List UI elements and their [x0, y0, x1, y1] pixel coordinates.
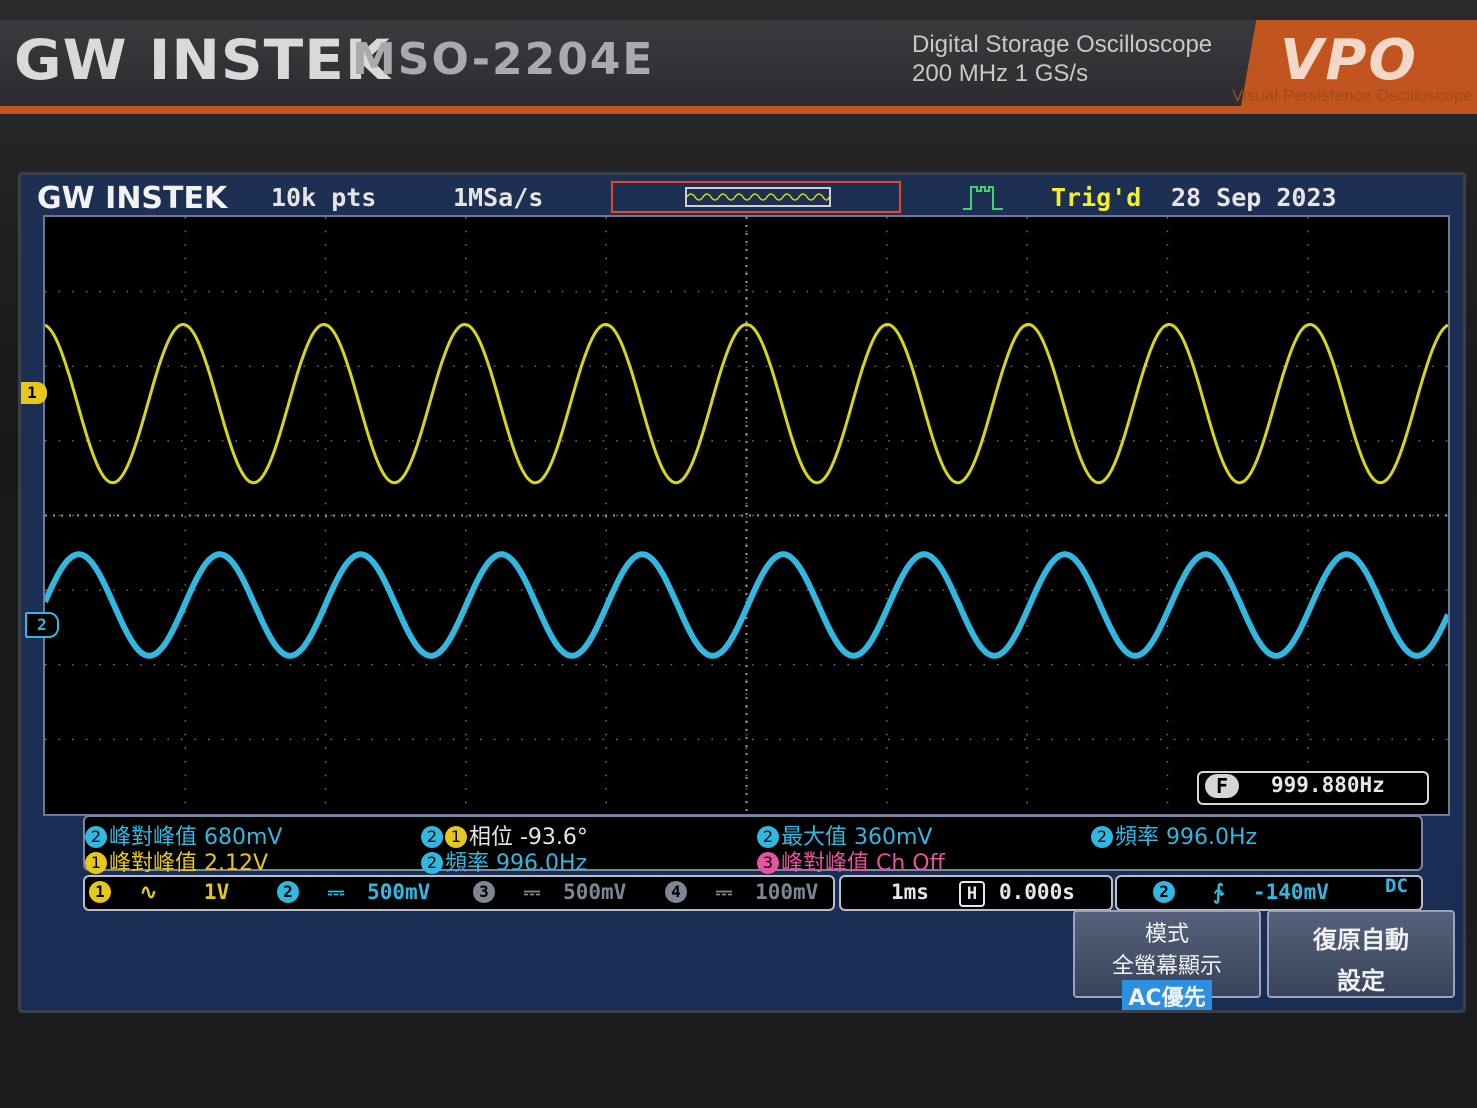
instrument-description: Digital Storage Oscilloscope 200 MHz 1 G… [912, 30, 1212, 88]
mode-softkey[interactable]: 模式 全螢幕顯示 AC優先 [1073, 910, 1261, 1010]
ch4-badge-icon: 4 [665, 881, 687, 903]
description-line-2: 200 MHz 1 GS/s [912, 60, 1089, 87]
ch2-badge-icon: 2 [1153, 881, 1175, 903]
brand-logo: GW INSTEK [14, 27, 391, 93]
autoset-undo-softkey[interactable]: 復原自動 設定 [1267, 910, 1455, 998]
ch3-status[interactable]: 3 ⎓ 500mV [473, 880, 626, 905]
ch3-badge-icon: 3 [757, 852, 779, 874]
waveform-plot [42, 217, 1451, 814]
ch2-badge-icon: 2 [1091, 826, 1113, 848]
ch1-badge-icon: 1 [85, 852, 107, 874]
trigger-status-bar[interactable]: 2 ∱ -140mV DC [1115, 875, 1423, 911]
vpo-subtitle: Visual Persistence Oscilloscope [1232, 86, 1473, 105]
vpo-logo: VPO [1280, 28, 1418, 93]
frequency-counter-icon: F [1205, 774, 1239, 798]
sample-rate: 1MSa/s [453, 183, 544, 212]
waveform-graticule [42, 215, 1451, 816]
trigger-status: Trig'd [1051, 183, 1142, 212]
meas-ch1-pk2pk: 1 峰對峰值 2.12V [85, 845, 268, 877]
meas-ch2-frequency-2: 2 頻率 996.0Hz [421, 845, 587, 877]
trigger-level: -140mV [1253, 880, 1329, 904]
rising-edge-icon: ∱ [1213, 880, 1224, 904]
description-line-1: Digital Storage Oscilloscope [912, 31, 1213, 58]
dc-coupling-icon: ⎓ [327, 880, 345, 904]
ch2-status[interactable]: 2 ⎓ 500mV [277, 880, 430, 905]
model-label: MSO-2204E [352, 34, 655, 85]
trigger-coupling: DC [1385, 875, 1408, 897]
screen-logo: GW INSTEK [37, 181, 228, 216]
ac-coupling-icon: ∿ [139, 880, 158, 904]
trigger-edge-icon [963, 186, 1003, 210]
ch1-status[interactable]: 1 ∿ 1V [89, 880, 229, 904]
meas-ch2-frequency: 2 頻率 996.0Hz [1091, 819, 1257, 851]
record-length: 10k pts [271, 183, 377, 212]
memory-wave-thumbnail [686, 193, 830, 201]
trigger-frequency-value: 999.880Hz [1271, 773, 1385, 797]
memory-bar [611, 181, 901, 213]
timebase-status[interactable]: 1ms H 0.000s [839, 875, 1113, 911]
channel-status-bar: 1 ∿ 1V 2 ⎓ 500mV 3 ⎓ 500mV 4 ⎓ 100mV [83, 875, 835, 911]
ch1-badge-icon: 1 [89, 881, 111, 903]
trigger-source: 2 [1153, 880, 1177, 904]
trigger-frequency-counter: F 999.880Hz [1197, 771, 1429, 805]
horizontal-position: 0.000s [999, 880, 1075, 904]
time-per-div: 1ms [891, 880, 929, 904]
display-screen: GW INSTEK 10k pts 1MSa/s Trig'd 28 Sep 2… [18, 172, 1466, 1013]
ch2-badge-icon: 2 [277, 881, 299, 903]
mode-selected-option: AC優先 [1122, 980, 1212, 1010]
meas-ch3-pk2pk: 3 峰對峰值 Ch Off [757, 845, 945, 877]
ch3-badge-icon: 3 [473, 881, 495, 903]
horizontal-position-icon: H [959, 881, 985, 907]
ch1-position-marker[interactable]: 1 [21, 382, 47, 404]
dc-coupling-icon: ⎓ [715, 880, 733, 904]
dc-coupling-icon: ⎓ [523, 880, 541, 904]
measurements-panel: 2 峰對峰值 680mV 2 1 相位 -93.6° 2 最大值 360mV 2 頻率 9… [83, 815, 1423, 876]
ch4-status[interactable]: 4 ⎓ 100mV [665, 880, 818, 905]
ch2-position-marker[interactable]: 2 [25, 612, 59, 638]
ch2-badge-icon: 2 [421, 852, 443, 874]
memory-view-window [685, 187, 831, 207]
